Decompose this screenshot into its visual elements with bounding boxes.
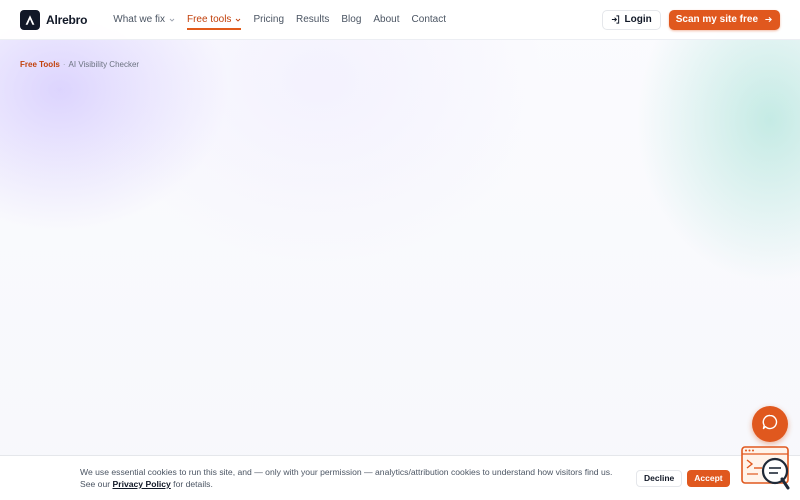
nav-item-label: Contact xyxy=(411,14,446,25)
nav-item-pricing[interactable]: Pricing xyxy=(253,0,284,40)
chevron-down-icon xyxy=(169,17,175,23)
chevron-down-icon xyxy=(235,17,241,23)
nav-item-blog[interactable]: Blog xyxy=(341,0,361,40)
support-widget[interactable] xyxy=(740,445,792,491)
breadcrumb: Free Tools · AI Visibility Checker xyxy=(20,60,139,69)
scan-site-button[interactable]: Scan my site free xyxy=(668,9,780,30)
nav-item-label: Pricing xyxy=(253,14,285,25)
breadcrumb-separator: · xyxy=(62,60,66,69)
main-nav: What we fix Free tools Pricing Results B… xyxy=(113,0,458,40)
chat-launcher-button[interactable] xyxy=(752,406,788,442)
accept-cookies-button[interactable]: Accept xyxy=(687,469,730,487)
cookie-banner: We use essential cookies to run this sit… xyxy=(0,455,800,500)
login-button[interactable]: Login xyxy=(601,9,661,30)
cookie-message: We use essential cookies to run this sit… xyxy=(80,466,628,490)
arrow-right-icon xyxy=(764,15,773,24)
privacy-policy-link[interactable]: Privacy Policy xyxy=(113,479,171,489)
nav-item-label: Blog xyxy=(341,14,362,25)
decline-cookies-button[interactable]: Decline xyxy=(636,469,683,487)
breadcrumb-current: AI Visibility Checker xyxy=(68,60,140,69)
logo-mark-icon xyxy=(20,9,40,30)
nav-item-label: Free tools xyxy=(186,14,232,25)
support-widget-icon xyxy=(740,446,792,495)
nav-item-contact[interactable]: Contact xyxy=(412,0,446,40)
cta-label: Scan my site free xyxy=(675,14,758,25)
nav-item-about[interactable]: About xyxy=(373,0,399,40)
nav-item-label: Results xyxy=(296,14,330,25)
breadcrumb-parent-link[interactable]: Free Tools xyxy=(20,60,60,69)
login-label: Login xyxy=(624,14,652,25)
nav-item-free-tools[interactable]: Free tools xyxy=(186,0,242,40)
top-navbar: Alrebro What we fix Free tools Pricing R… xyxy=(0,0,800,40)
nav-item-label: What we fix xyxy=(113,14,165,25)
chat-bubble-icon xyxy=(761,413,779,436)
nav-item-what-we-fix[interactable]: What we fix xyxy=(113,0,175,40)
login-icon xyxy=(611,15,620,24)
header-actions: Login Scan my site free xyxy=(601,9,780,30)
nav-item-results[interactable]: Results xyxy=(296,0,329,40)
brand-name: Alrebro xyxy=(46,12,88,27)
nav-item-label: About xyxy=(373,14,400,25)
brand-logo[interactable]: Alrebro xyxy=(20,9,88,30)
cookie-text-after: for details. xyxy=(170,479,213,489)
hero-background xyxy=(0,0,800,500)
